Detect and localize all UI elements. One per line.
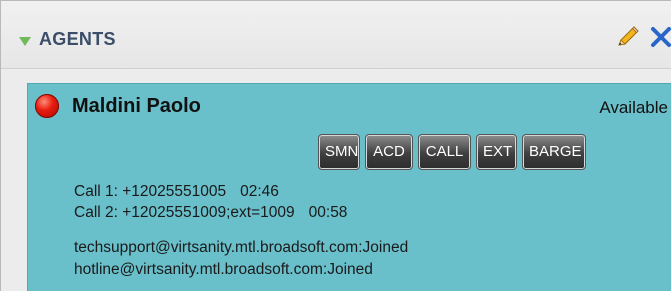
agent-status: Available <box>599 98 668 117</box>
call-duration: 02:46 <box>240 183 279 200</box>
call-line-2: Call 2: +12025551009;ext=1009 00:58 <box>74 204 347 222</box>
call-duration: 00:58 <box>308 204 348 221</box>
agent-action-buttons: SMN ACD CALL EXT BARGE <box>318 134 586 170</box>
queue-membership: hotline@virtsanity.mtl.broadsoft.com:Joi… <box>74 261 373 278</box>
pencil-icon[interactable] <box>613 23 641 51</box>
collapse-triangle-icon[interactable] <box>19 37 31 46</box>
panel-header[interactable]: AGENTS <box>1 1 671 69</box>
call-number: Call 2: +12025551009;ext=1009 <box>74 204 295 221</box>
call-number: Call 1: +12025551005 <box>74 183 227 200</box>
call-line-1: Call 1: +12025551005 02:46 <box>74 183 279 201</box>
ext-button[interactable]: EXT <box>476 134 517 170</box>
agents-panel: AGENTS Maldini Paolo Available SMN ACD C… <box>0 0 671 291</box>
panel-title: AGENTS <box>39 29 116 49</box>
acd-button[interactable]: ACD <box>365 134 413 170</box>
agent-name: Maldini Paolo <box>72 95 201 117</box>
call-button[interactable]: CALL <box>418 134 471 170</box>
smn-button[interactable]: SMN <box>318 134 360 170</box>
red-status-dot-icon <box>35 94 59 118</box>
close-icon[interactable] <box>649 25 671 49</box>
barge-button[interactable]: BARGE <box>522 134 586 170</box>
agent-card[interactable]: Maldini Paolo Available SMN ACD CALL EXT… <box>27 83 671 291</box>
queue-membership: techsupport@virtsanity.mtl.broadsoft.com… <box>74 239 409 256</box>
